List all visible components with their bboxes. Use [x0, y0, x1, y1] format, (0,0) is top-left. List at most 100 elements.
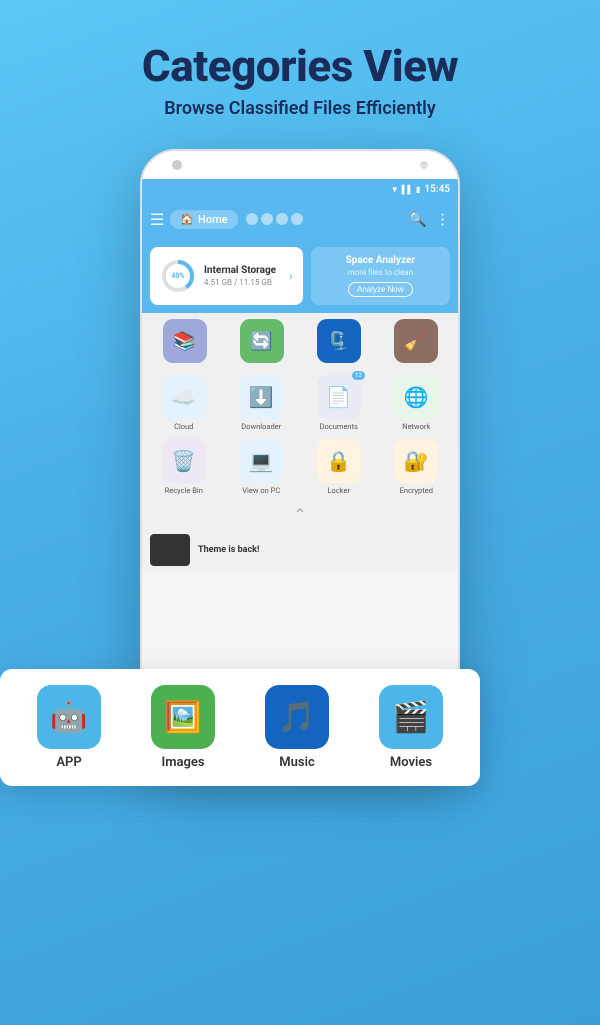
cloud-label: Cloud — [174, 422, 193, 431]
phone-top-bar — [142, 151, 458, 179]
cat-icon-sync: 🔄 — [240, 319, 284, 363]
status-time: 15:45 — [424, 184, 450, 195]
encrypted-icon: 🔐 — [404, 449, 429, 473]
images-label: Images — [161, 755, 204, 770]
storage-banner: 40% Internal Storage 4.51 GB / 11.15 GB … — [142, 239, 458, 313]
images-icon: 🖼️ — [164, 700, 201, 735]
app-icon: 🤖 — [50, 700, 87, 735]
cat-icon-zip: 🗜️ — [317, 319, 361, 363]
cat-item-4[interactable]: 🧹 — [379, 319, 452, 363]
documents-badge: 12 — [352, 371, 365, 380]
music-icon-wrap: 🎵 — [265, 685, 329, 749]
cloud-icon-wrap: ☁️ — [162, 375, 206, 419]
cat-item-1[interactable]: 📚 — [148, 319, 221, 363]
cloud-icon: ☁️ — [171, 385, 196, 409]
cat-encrypted[interactable]: 🔐 Encrypted — [381, 439, 453, 495]
float-music[interactable]: 🎵 Music — [244, 685, 350, 770]
cat-downloader[interactable]: ⬇️ Downloader — [226, 375, 298, 431]
bottom-banner: Theme is back! — [142, 528, 458, 572]
cat-item-2[interactable]: 🔄 — [225, 319, 298, 363]
locker-icon: 🔒 — [326, 449, 351, 473]
signal-icon: ▌▌ — [402, 185, 413, 194]
downloader-label: Downloader — [241, 422, 281, 431]
lower-grid-1: ☁️ Cloud ⬇️ Downloader 📄 12 — [148, 375, 452, 431]
network-label: Network — [402, 422, 430, 431]
app-bar-actions: 🔍 ⋮ — [408, 210, 450, 228]
lower-phone-cats-row1: ☁️ Cloud ⬇️ Downloader 📄 12 — [142, 369, 458, 437]
music-label: Music — [279, 755, 314, 770]
documents-label: Documents — [320, 422, 358, 431]
viewpc-icon: 💻 — [249, 449, 274, 473]
locker-icon-wrap: 🔒 — [317, 439, 361, 483]
recycle-icon-wrap: 🗑️ — [162, 439, 206, 483]
recycle-icon: 🗑️ — [171, 449, 196, 473]
app-label: APP — [56, 755, 81, 770]
more-icon[interactable]: ⋮ — [435, 210, 450, 228]
recycle-label: Recycle Bin — [165, 486, 203, 495]
status-bar: ▼ ▌▌ ▮ 15:45 — [142, 179, 458, 199]
breadcrumb[interactable]: 🏠 Home — [170, 210, 237, 229]
cat-cloud[interactable]: ☁️ Cloud — [148, 375, 220, 431]
cat-icon-layers: 📚 — [163, 319, 207, 363]
breadcrumb-home-label: Home — [198, 213, 228, 226]
analyzer-title: Space Analyzer — [346, 255, 416, 266]
music-icon: 🎵 — [278, 700, 315, 735]
cat-locker[interactable]: 🔒 Locker — [303, 439, 375, 495]
storage-info: Internal Storage 4.51 GB / 11.15 GB — [204, 265, 276, 287]
banner-text: Theme is back! — [198, 545, 259, 555]
downloader-icon-wrap: ⬇️ — [239, 375, 283, 419]
phone-speaker — [420, 161, 428, 169]
movies-icon-wrap: 🎬 — [379, 685, 443, 749]
storage-usage: 4.51 GB / 11.15 GB — [204, 278, 276, 287]
chevron-icon: ⌃ — [293, 505, 306, 524]
cat-item-3[interactable]: 🗜️ — [302, 319, 375, 363]
breadcrumb-nav-icons — [246, 213, 303, 225]
downloader-icon: ⬇️ — [249, 385, 274, 409]
floating-categories-panel: 🤖 APP 🖼️ Images 🎵 Music 🎬 — [0, 669, 480, 786]
locker-label: Locker — [328, 486, 351, 495]
cat-network[interactable]: 🌐 Network — [381, 375, 453, 431]
network-icon-wrap: 🌐 — [394, 375, 438, 419]
analyzer-card[interactable]: Space Analyzer more files to clean Analy… — [311, 247, 450, 305]
movies-label: Movies — [390, 755, 432, 770]
analyzer-subtitle: more files to clean — [348, 268, 413, 277]
images-icon-wrap: 🖼️ — [151, 685, 215, 749]
storage-card[interactable]: 40% Internal Storage 4.51 GB / 11.15 GB … — [150, 247, 303, 305]
viewpc-icon-wrap: 💻 — [239, 439, 283, 483]
phone-camera — [172, 160, 182, 170]
app-icon-wrap: 🤖 — [37, 685, 101, 749]
cat-recycle[interactable]: 🗑️ Recycle Bin — [148, 439, 220, 495]
encrypted-icon-wrap: 🔐 — [394, 439, 438, 483]
home-icon: 🏠 — [180, 213, 194, 226]
upper-phone-categories: 📚 🔄 🗜️ 🧹 — [142, 313, 458, 369]
float-app[interactable]: 🤖 APP — [16, 685, 122, 770]
page-subtitle: Browse Classified Files Efficiently — [0, 98, 600, 119]
storage-donut: 40% — [160, 258, 196, 294]
storage-title: Internal Storage — [204, 265, 276, 276]
cat-icon-clean: 🧹 — [394, 319, 438, 363]
float-images[interactable]: 🖼️ Images — [130, 685, 236, 770]
banner-thumbnail — [150, 534, 190, 566]
viewpc-label: View on PC — [242, 486, 280, 495]
float-movies[interactable]: 🎬 Movies — [358, 685, 464, 770]
page-title: Categories View — [0, 40, 600, 92]
battery-icon: ▮ — [416, 185, 420, 194]
storage-percentage: 40% — [171, 272, 184, 280]
movies-icon: 🎬 — [392, 700, 429, 735]
status-icons: ▼ ▌▌ ▮ — [391, 185, 421, 194]
floating-grid: 🤖 APP 🖼️ Images 🎵 Music 🎬 — [16, 685, 464, 770]
lower-grid-2: 🗑️ Recycle Bin 💻 View on PC 🔒 — [148, 439, 452, 495]
cat-view-on-pc[interactable]: 💻 View on PC — [226, 439, 298, 495]
documents-icon: 📄 — [326, 385, 351, 409]
hamburger-icon[interactable]: ☰ — [150, 210, 164, 229]
lower-phone-cats-row2: 🗑️ Recycle Bin 💻 View on PC 🔒 — [142, 437, 458, 501]
chevron-up[interactable]: ⌃ — [142, 501, 458, 528]
search-icon[interactable]: 🔍 — [408, 210, 427, 228]
app-bar: ☰ 🏠 Home 🔍 ⋮ — [142, 199, 458, 239]
documents-icon-wrap: 📄 12 — [317, 375, 361, 419]
encrypted-label: Encrypted — [400, 486, 433, 495]
network-icon: 🌐 — [404, 385, 429, 409]
analyze-button[interactable]: Analyze Now — [348, 282, 413, 297]
cat-documents[interactable]: 📄 12 Documents — [303, 375, 375, 431]
storage-arrow-icon: › — [289, 269, 293, 283]
